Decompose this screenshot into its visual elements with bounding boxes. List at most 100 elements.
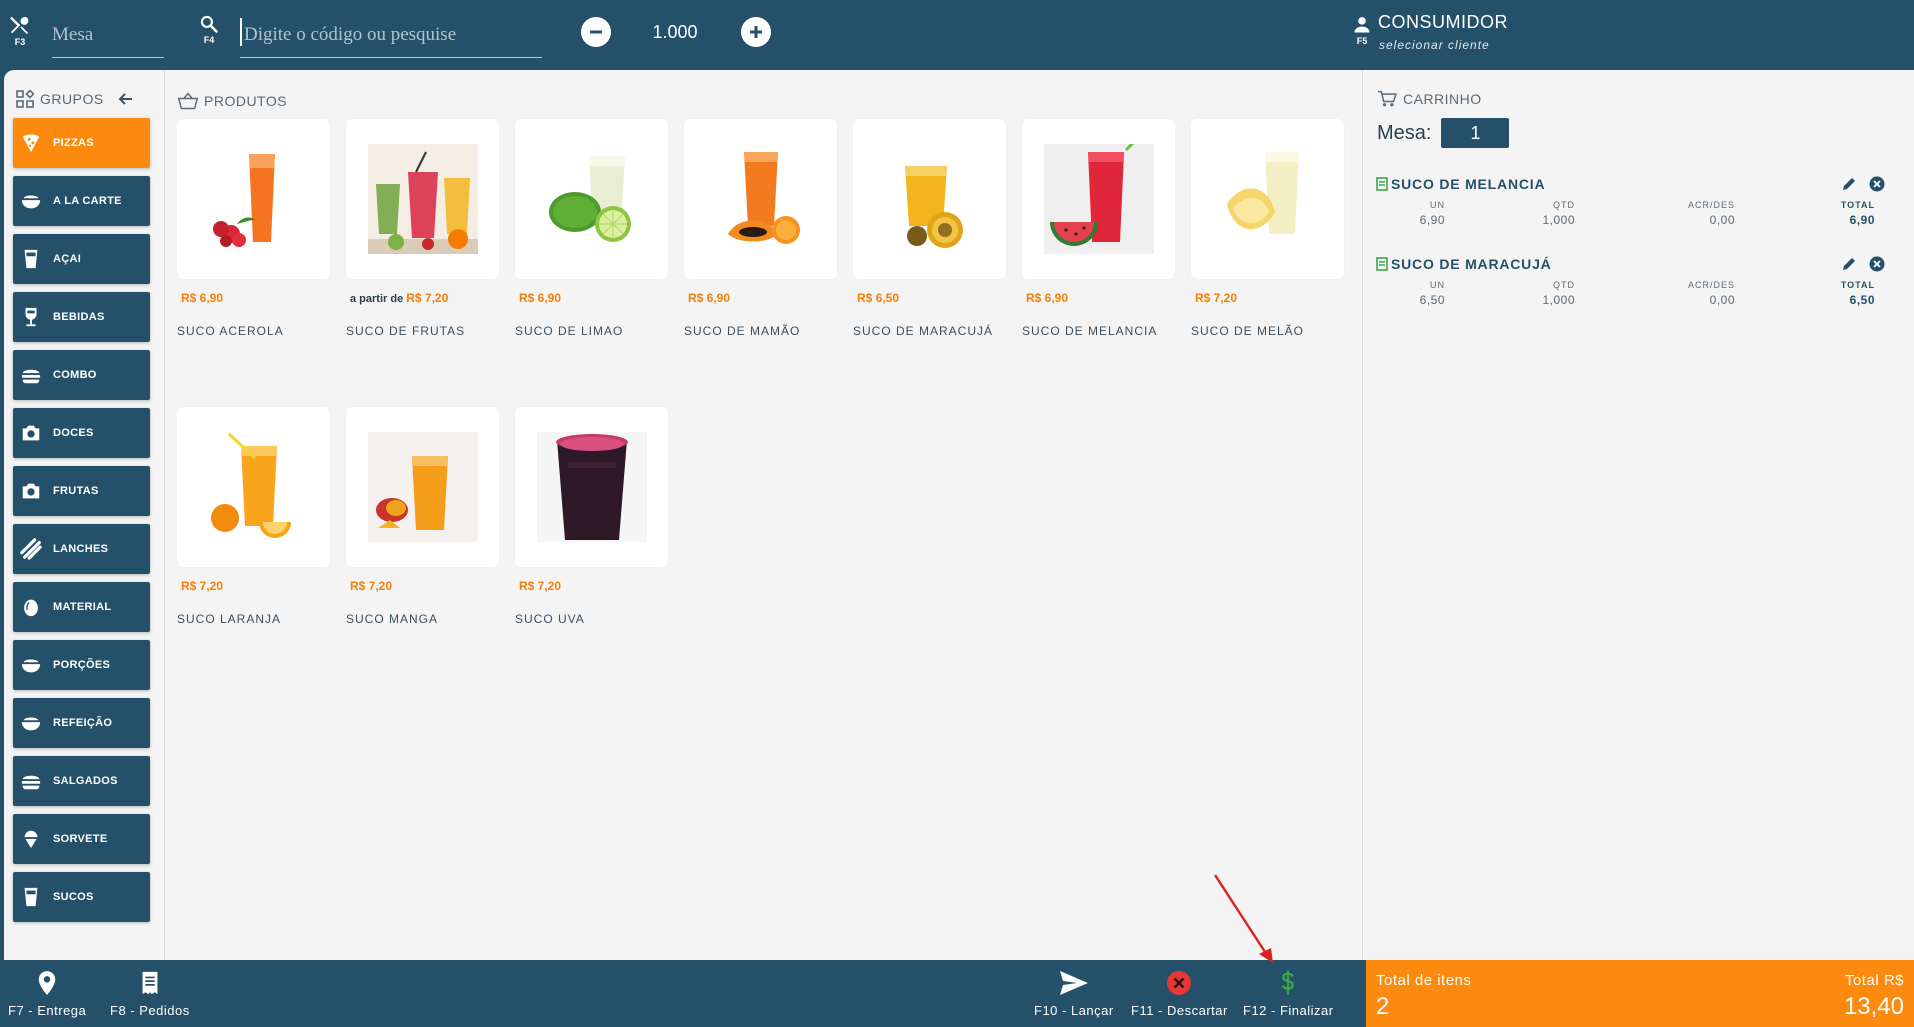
product-card-uva[interactable]: R$ 7,20 SUCO UVA [515,407,668,626]
product-card-acerola[interactable]: R$ 6,90 SUCO ACEROLA [177,119,330,338]
product-image [684,119,837,279]
group-label: A LA CARTE [53,195,122,207]
group-label: AÇAI [53,253,82,265]
annotation-arrow [1213,874,1273,963]
group-label: SUCOS [53,891,94,903]
group-bebidas[interactable]: BEBIDAS [13,292,150,342]
product-card-maracuja[interactable]: R$ 6,50 SUCO DE MARACUJÁ [853,119,1006,338]
search-shortcut[interactable]: F4 [199,14,219,45]
arrow-left-icon[interactable] [118,91,134,107]
cart-item: SUCO DE MARACUJÁ UN 6,50 QTD 1,000 ACR/DES… [1375,256,1885,316]
search-icon [200,15,218,33]
group-sorvete[interactable]: SORVETE [13,814,150,864]
search-input[interactable] [240,18,542,46]
group-salgados[interactable]: SALGADOS [13,756,150,806]
group-a-la-carte[interactable]: A LA CARTE [13,176,150,226]
group-refeicao[interactable]: REFEIÇÃO [13,698,150,748]
products-header: PRODUTOS [178,92,287,110]
total-items-label: Total de itens [1376,972,1472,989]
decrease-quantity-button[interactable] [581,17,611,47]
product-image [853,119,1006,279]
total-amount-value: 13,40 [1843,993,1904,1020]
group-acai[interactable]: AÇAI [13,234,150,284]
total-items-value: 2 [1376,993,1390,1020]
product-name: SUCO ACEROLA [177,324,284,338]
group-label: FRUTAS [53,485,99,497]
product-image [346,119,499,279]
product-image [515,119,668,279]
pedidos-button[interactable]: F8 - Pedidos [110,970,190,1018]
group-label: SORVETE [53,833,108,845]
group-material[interactable]: MATERIAL [13,582,150,632]
quantity-value[interactable]: 1.000 [640,22,710,43]
search-field-wrapper [240,18,542,58]
cart-col-total: TOTAL 6,90 [1840,200,1875,227]
product-card-melancia[interactable]: R$ 6,90 SUCO DE MELANCIA [1022,119,1175,338]
entrega-label: F7 - Entrega [8,1003,87,1018]
utensils-icon [10,16,29,35]
egg-icon [19,595,43,619]
product-name: SUCO DE MAMÃO [684,324,801,338]
products-title: PRODUTOS [204,93,288,109]
product-card-manga[interactable]: R$ 7,20 SUCO MANGA [346,407,499,626]
group-label: REFEIÇÃO [53,717,113,729]
group-frutas[interactable]: FRUTAS [13,466,150,516]
product-price: R$ 6,90 [688,291,731,305]
cart-item-title: SUCO DE MELANCIA [1375,176,1885,192]
product-name: SUCO UVA [515,612,585,626]
cart-col-qtd: QTD 1,000 [1542,200,1575,227]
cart-mesa-label: Mesa: [1377,121,1432,144]
finalizar-button[interactable]: F12 - Finalizar [1243,970,1334,1018]
group-label: PORÇÕES [53,659,111,671]
product-price: R$ 7,20 [350,579,393,593]
group-lanches[interactable]: LANCHES [13,524,150,574]
remove-icon[interactable] [1869,176,1885,192]
group-label: COMBO [53,369,97,381]
product-image [1022,119,1175,279]
edit-icon[interactable] [1841,256,1857,272]
product-price: R$ 7,20 [1195,291,1238,305]
edit-icon[interactable] [1841,176,1857,192]
cart-item-values: UN 6,90 QTD 1,000 ACR/DES 0,00 TOTAL 6,90 [1375,200,1885,234]
plus-icon [750,26,762,38]
product-name: SUCO DE FRUTAS [346,324,466,338]
group-doces[interactable]: DOCES [13,408,150,458]
camera-icon [19,479,43,503]
cart-item-actions [1841,256,1885,272]
group-pizzas[interactable]: PIZZAS [13,118,150,168]
product-card-frutas[interactable]: a partir de R$ 7,20 SUCO DE FRUTAS [346,119,499,338]
product-card-melao[interactable]: R$ 7,20 SUCO DE MELÃO [1191,119,1344,338]
group-sucos[interactable]: SUCOS [13,872,150,922]
pizza-icon [19,131,43,155]
grid-icon [16,90,34,108]
bowl-icon [19,653,43,677]
cart-col-qtd: QTD 1,000 [1542,280,1575,307]
product-card-mamao[interactable]: R$ 6,90 SUCO DE MAMÃO [684,119,837,338]
entrega-button[interactable]: F7 - Entrega [8,970,86,1018]
wine-icon [19,305,43,329]
burger-icon [19,363,43,387]
group-combo[interactable]: COMBO [13,350,150,400]
cart-mesa: Mesa: 1 [1377,118,1510,148]
group-label: BEBIDAS [53,311,105,323]
product-card-laranja[interactable]: R$ 7,20 SUCO LARANJA [177,407,330,626]
select-customer-link[interactable]: selecionar cliente [1379,38,1490,52]
cup-icon [19,885,43,909]
lancar-button[interactable]: F10 - Lançar [1034,970,1114,1018]
product-image [515,407,668,567]
descartar-button[interactable]: F11 - Descartar [1131,970,1228,1018]
cart-header: CARRINHO [1377,90,1482,108]
cart-mesa-value[interactable]: 1 [1441,118,1510,148]
cart-col-total: TOTAL 6,50 [1840,280,1875,307]
product-card-limao[interactable]: R$ 6,90 SUCO DE LIMAO [515,119,668,338]
remove-icon[interactable] [1869,256,1885,272]
group-porcoes[interactable]: PORÇÕES [13,640,150,690]
product-price: R$ 7,20 [519,579,562,593]
group-label: LANCHES [53,543,109,555]
mesa-input[interactable] [52,18,164,46]
mesa-shortcut[interactable]: F3 [9,14,31,47]
cart-item-name: SUCO DE MELANCIA [1391,176,1546,192]
cart-item-name: SUCO DE MARACUJÁ [1391,256,1552,272]
cart-title: CARRINHO [1403,91,1482,107]
increase-quantity-button[interactable] [741,17,771,47]
